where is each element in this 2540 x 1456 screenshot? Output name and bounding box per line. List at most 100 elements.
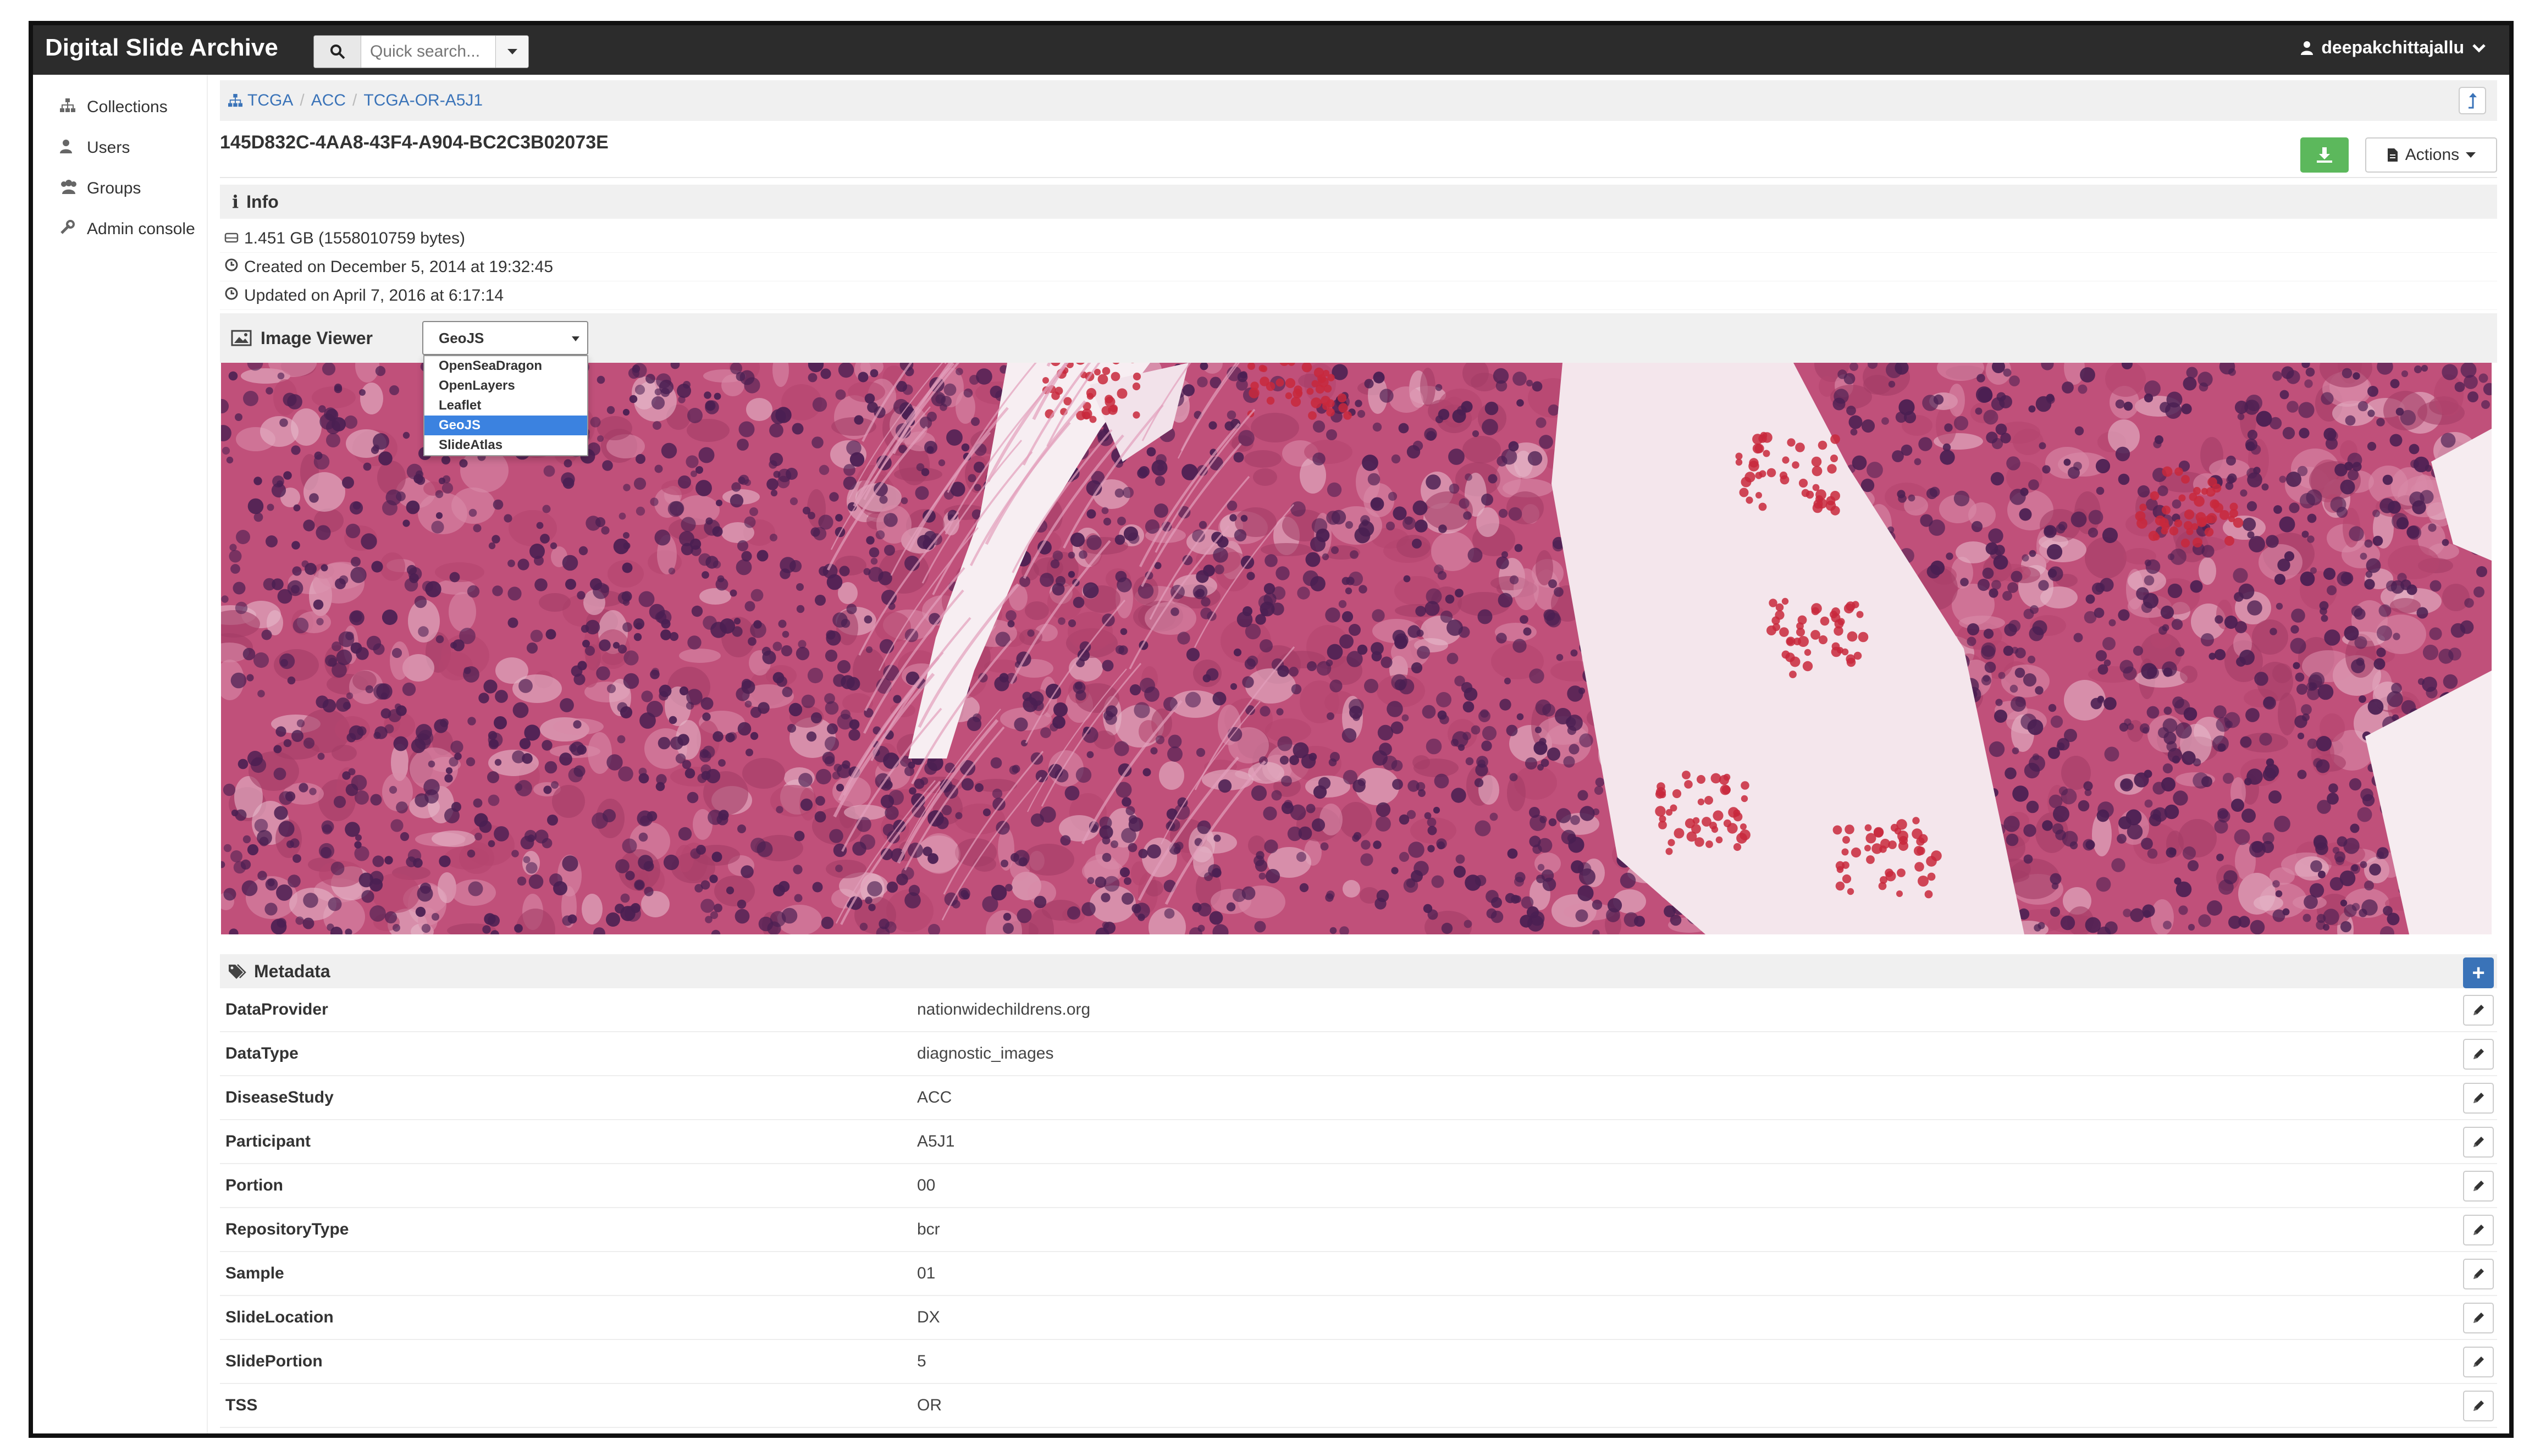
metadata-value: nationwidechildrens.org bbox=[917, 1000, 1091, 1018]
tags-icon bbox=[229, 964, 246, 979]
search-mode-dropdown[interactable] bbox=[495, 36, 528, 68]
breadcrumb-subfolder[interactable]: TCGA-OR-A5J1 bbox=[363, 91, 483, 110]
sidebar-item-collections[interactable]: Collections bbox=[33, 87, 207, 128]
pencil-icon bbox=[2473, 1137, 2484, 1147]
clock-icon bbox=[224, 286, 239, 305]
sidebar-item-admin-console[interactable]: Admin console bbox=[33, 209, 207, 250]
download-icon bbox=[2317, 147, 2332, 163]
wrench-icon bbox=[59, 219, 81, 239]
plus-icon: + bbox=[2472, 960, 2485, 985]
go-to-parent-button[interactable] bbox=[2459, 87, 2486, 114]
pencil-icon bbox=[2473, 1269, 2484, 1279]
edit-metadata-button[interactable] bbox=[2463, 1171, 2494, 1202]
metadata-row: DataType diagnostic_images bbox=[220, 1032, 2497, 1076]
level-up-icon bbox=[2469, 93, 2477, 109]
chevron-down-icon bbox=[572, 336, 579, 341]
pencil-icon bbox=[2473, 1313, 2484, 1323]
user-menu[interactable]: deepakchittajallu bbox=[2300, 37, 2486, 58]
info-size: 1.451 GB (1558010759 bytes) bbox=[220, 224, 2497, 253]
edit-metadata-button[interactable] bbox=[2463, 1347, 2494, 1377]
image-viewer-header: Image Viewer GeoJS OpenSeaDragon OpenLay… bbox=[220, 313, 2497, 456]
metadata-value: 01 bbox=[917, 1264, 936, 1282]
user-icon bbox=[2301, 41, 2313, 55]
metadata-key: TSS bbox=[225, 1396, 258, 1414]
metadata-value: A5J1 bbox=[917, 1132, 955, 1150]
info-heading: Info bbox=[246, 191, 279, 212]
users-icon bbox=[59, 179, 81, 198]
sidebar: Collections Users Groups Admin console bbox=[33, 75, 208, 1433]
info-updated: Updated on April 7, 2016 at 6:17:14 bbox=[220, 281, 2497, 310]
pencil-icon bbox=[2473, 1093, 2484, 1103]
quick-search bbox=[313, 35, 529, 68]
metadata-value: 00 bbox=[917, 1176, 936, 1194]
metadata-value: 5 bbox=[917, 1352, 926, 1370]
breadcrumb-collection[interactable]: TCGA bbox=[247, 91, 293, 110]
info-created-text: Created on December 5, 2014 at 19:32:45 bbox=[244, 257, 554, 276]
file-icon bbox=[2387, 148, 2398, 162]
info-updated-text: Updated on April 7, 2016 at 6:17:14 bbox=[244, 286, 504, 305]
sidebar-item-groups[interactable]: Groups bbox=[33, 168, 207, 209]
image-viewer-heading: Image Viewer bbox=[261, 328, 373, 348]
viewer-option-openseadragon[interactable]: OpenSeaDragon bbox=[424, 356, 587, 376]
edit-metadata-button[interactable] bbox=[2463, 1215, 2494, 1245]
user-icon bbox=[59, 139, 81, 158]
metadata-key: SlidePortion bbox=[225, 1352, 323, 1370]
download-button[interactable] bbox=[2300, 137, 2349, 173]
info-section: 1.451 GB (1558010759 bytes) Created on D… bbox=[220, 219, 2497, 310]
breadcrumb-folder[interactable]: ACC bbox=[311, 91, 346, 110]
sidebar-item-label: Groups bbox=[87, 179, 141, 197]
pencil-icon bbox=[2473, 1005, 2484, 1015]
edit-metadata-button[interactable] bbox=[2463, 1391, 2494, 1421]
app-title[interactable]: Digital Slide Archive bbox=[45, 34, 278, 62]
viewer-option-leaflet[interactable]: Leaflet bbox=[424, 396, 587, 416]
item-title: 145D832C-4AA8-43F4-A904-BC2C3B02073E bbox=[220, 132, 609, 153]
edit-metadata-button[interactable] bbox=[2463, 1303, 2494, 1333]
metadata-value: DX bbox=[917, 1308, 940, 1326]
viewer-select[interactable]: GeoJS bbox=[422, 321, 588, 355]
clock-icon bbox=[224, 258, 239, 276]
breadcrumb-separator: / bbox=[300, 91, 305, 109]
chevron-down-icon bbox=[2472, 43, 2486, 53]
metadata-key: Sample bbox=[225, 1264, 284, 1282]
sidebar-item-label: Admin console bbox=[87, 220, 195, 238]
actions-dropdown-button[interactable]: Actions bbox=[2365, 137, 2497, 173]
metadata-key: SlideLocation bbox=[225, 1308, 334, 1326]
metadata-row: SlidePortion 5 bbox=[220, 1340, 2497, 1384]
metadata-value: diagnostic_images bbox=[917, 1044, 1054, 1062]
top-navbar: Digital Slide Archive deepakchittajallu bbox=[33, 25, 2509, 75]
edit-metadata-button[interactable] bbox=[2463, 1435, 2494, 1438]
metadata-row: UUID145D832C-4AA8-43F4-A904-BC2C3B02073E bbox=[220, 1428, 2497, 1438]
chevron-down-icon bbox=[507, 49, 517, 54]
sidebar-item-users[interactable]: Users bbox=[33, 128, 207, 168]
pencil-icon bbox=[2473, 1357, 2484, 1367]
info-created: Created on December 5, 2014 at 19:32:45 bbox=[220, 253, 2497, 281]
add-metadata-button[interactable]: + bbox=[2463, 957, 2494, 988]
search-icon[interactable] bbox=[314, 36, 361, 68]
pencil-icon bbox=[2473, 1400, 2484, 1411]
metadata-heading: Metadata bbox=[254, 961, 330, 981]
sidebar-item-label: Collections bbox=[87, 98, 168, 116]
metadata-row: SlideLocation DX bbox=[220, 1296, 2497, 1340]
viewer-option-slideatlas[interactable]: SlideAtlas bbox=[424, 435, 587, 455]
edit-metadata-button[interactable] bbox=[2463, 1127, 2494, 1158]
edit-metadata-button[interactable] bbox=[2463, 995, 2494, 1026]
sitemap-icon bbox=[59, 98, 81, 117]
user-name: deepakchittajallu bbox=[2321, 37, 2464, 57]
metadata-value: OR bbox=[917, 1396, 942, 1414]
metadata-key: DataProvider bbox=[225, 1000, 328, 1018]
metadata-key: RepositoryType bbox=[225, 1220, 349, 1238]
breadcrumb-separator: / bbox=[352, 91, 357, 109]
info-section-header: i Info bbox=[220, 185, 2497, 219]
edit-metadata-button[interactable] bbox=[2463, 1259, 2494, 1289]
viewer-option-geojs[interactable]: GeoJS bbox=[424, 416, 587, 435]
image-icon bbox=[231, 330, 252, 346]
metadata-table: DataProvider nationwidechildrens.org DataT… bbox=[220, 988, 2497, 1438]
edit-metadata-button[interactable] bbox=[2463, 1083, 2494, 1114]
pencil-icon bbox=[2473, 1225, 2484, 1235]
item-header: 145D832C-4AA8-43F4-A904-BC2C3B02073E Act… bbox=[220, 121, 2497, 178]
metadata-key: DiseaseStudy bbox=[225, 1088, 334, 1106]
metadata-row: Participant A5J1 bbox=[220, 1120, 2497, 1164]
edit-metadata-button[interactable] bbox=[2463, 1039, 2494, 1070]
viewer-option-openlayers[interactable]: OpenLayers bbox=[424, 376, 587, 396]
search-input[interactable] bbox=[361, 36, 495, 68]
